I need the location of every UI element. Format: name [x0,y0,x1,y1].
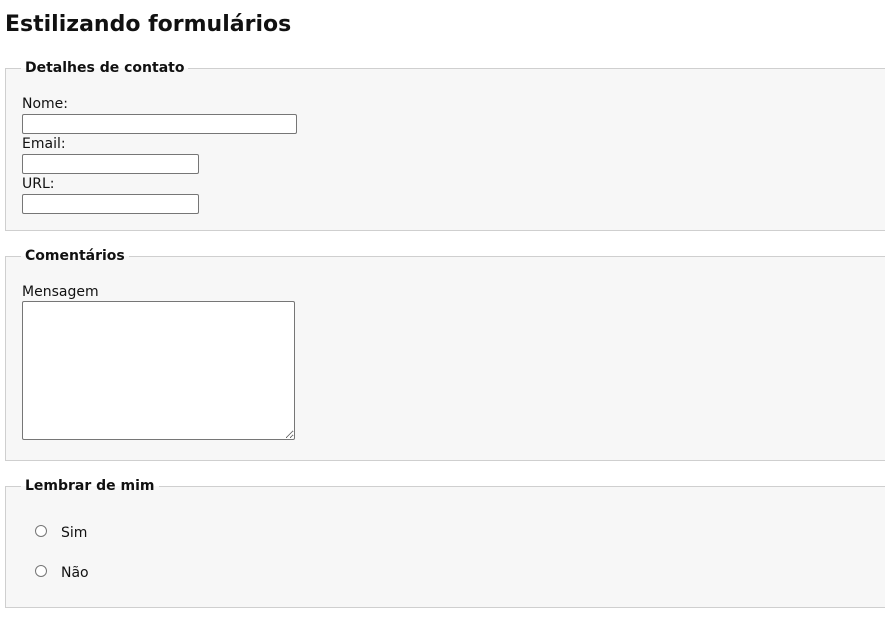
comments-legend: Comentários [21,247,129,265]
comments-fieldset: Comentários Mensagem [5,247,885,461]
name-label: Nome: [22,96,69,112]
radio-sim[interactable] [35,525,47,537]
name-input[interactable] [22,114,297,134]
message-textarea[interactable] [22,301,295,440]
message-label: Mensagem [22,284,99,300]
remember-me-legend: Lembrar de mim [21,477,159,495]
url-label: URL: [22,176,55,192]
remember-me-fieldset: Lembrar de mim Sim Não [5,477,885,608]
contact-details-fieldset: Detalhes de contato Nome: Email: URL: [5,59,885,231]
page-title: Estilizando formulários [5,12,292,37]
email-label: Email: [22,136,66,152]
radio-sim-label: Sim [61,525,88,541]
radio-nao-label: Não [61,565,89,581]
email-input[interactable] [22,154,199,174]
radio-nao[interactable] [35,565,47,577]
contact-details-legend: Detalhes de contato [21,59,189,77]
url-input[interactable] [22,194,199,214]
